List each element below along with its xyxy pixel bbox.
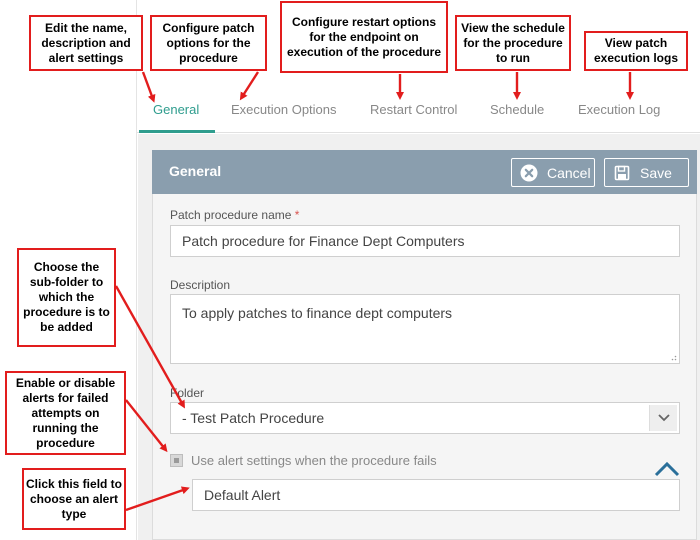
folder-select[interactable]: - Test Patch Procedure <box>170 402 680 434</box>
panel-header: General Cancel Save <box>152 150 697 194</box>
tab-execution-options[interactable]: Execution Options <box>231 102 337 117</box>
alert-settings-checkbox[interactable] <box>170 454 183 467</box>
callout-general: Edit the name, description and alert set… <box>29 15 143 71</box>
callout-alerts: Enable or disable alerts for failed atte… <box>5 371 126 455</box>
folder-label: Folder <box>170 386 205 400</box>
callout-folder: Choose the sub-folder to which the proce… <box>17 248 116 347</box>
panel-title: General <box>169 163 222 179</box>
alert-settings-label: Use alert settings when the procedure fa… <box>191 453 437 468</box>
save-button[interactable]: Save <box>604 158 689 187</box>
callout-execution-options: Configure patch options for the procedur… <box>150 15 267 71</box>
callout-restart-control: Configure restart options for the endpoi… <box>280 1 448 73</box>
description-value: To apply patches to finance dept compute… <box>182 305 453 321</box>
callout-schedule: View the schedule for the procedure to r… <box>455 15 571 71</box>
cancel-button[interactable]: Cancel <box>511 158 595 187</box>
folder-value: - Test Patch Procedure <box>182 410 325 426</box>
tab-execution-log[interactable]: Execution Log <box>578 102 660 117</box>
save-label: Save <box>640 164 672 181</box>
description-label: Description <box>170 278 231 292</box>
required-mark: * <box>294 208 300 222</box>
description-textarea[interactable]: To apply patches to finance dept compute… <box>170 294 680 364</box>
alert-type-value: Default Alert <box>204 487 281 503</box>
cancel-label: Cancel <box>547 164 591 181</box>
resize-grip-icon[interactable] <box>669 353 677 361</box>
save-icon <box>613 164 631 182</box>
tab-general[interactable]: General <box>153 102 199 117</box>
tab-restart-control[interactable]: Restart Control <box>370 102 457 117</box>
chevron-up-icon[interactable] <box>654 461 680 477</box>
procedure-name-input[interactable]: Patch procedure for Finance Dept Compute… <box>170 225 680 257</box>
callout-alert-type: Click this field to choose an alert type <box>22 468 126 530</box>
chevron-down-icon[interactable] <box>649 405 677 431</box>
tab-bar: General Execution Options Restart Contro… <box>137 85 700 133</box>
procedure-name-value: Patch procedure for Finance Dept Compute… <box>182 233 465 249</box>
alert-type-input[interactable]: Default Alert <box>192 479 680 511</box>
callout-execution-log: View patch execution logs <box>584 31 688 71</box>
name-label: Patch procedure name * <box>170 208 300 222</box>
cancel-icon <box>520 164 538 182</box>
tab-schedule[interactable]: Schedule <box>490 102 544 117</box>
active-tab-indicator <box>139 130 215 133</box>
